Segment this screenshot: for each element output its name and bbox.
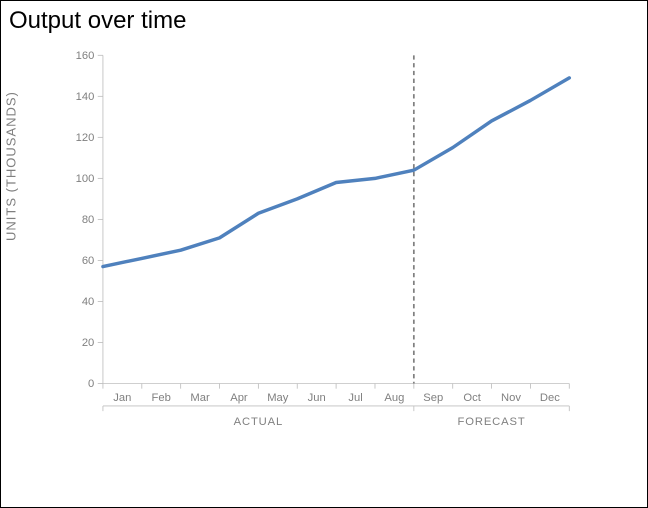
x-tick-label: Nov [501, 392, 521, 404]
y-tick-label: 20 [82, 337, 94, 349]
y-axis-label: UNITS (THOUSANDS) [4, 91, 19, 241]
chart-plot: 0 20 40 60 80 100 120 140 160 Jan Feb Mar Apr May Jun J… [51, 51, 591, 431]
x-tick-label: May [267, 392, 289, 404]
x-tick-label: Sep [423, 392, 443, 404]
y-tick-label: 40 [82, 296, 94, 308]
chart-title: Output over time [9, 7, 186, 35]
group-label: FORECAST [458, 416, 526, 428]
y-tick-label: 60 [82, 255, 94, 267]
x-tick-label: Apr [230, 392, 248, 404]
chart-frame: Output over time UNITS (THOUSANDS) 0 20 40… [0, 0, 648, 508]
x-tick-label: Jan [113, 392, 131, 404]
x-tick-label: Oct [463, 392, 481, 404]
x-tick-label: Jun [308, 392, 326, 404]
y-tick-label: 80 [82, 214, 94, 226]
y-tick-label: 0 [88, 378, 94, 390]
y-tick-label: 140 [76, 91, 95, 103]
group-label: ACTUAL [234, 416, 283, 428]
y-tick-label: 120 [76, 132, 95, 144]
x-tick-label: Mar [190, 392, 210, 404]
x-tick-label: Aug [384, 392, 404, 404]
x-tick-label: Jul [348, 392, 362, 404]
x-tick-label: Feb [152, 392, 171, 404]
data-line [103, 78, 569, 267]
y-tick-label: 100 [76, 173, 95, 185]
y-tick-label: 160 [76, 50, 95, 62]
x-tick-label: Dec [540, 392, 560, 404]
